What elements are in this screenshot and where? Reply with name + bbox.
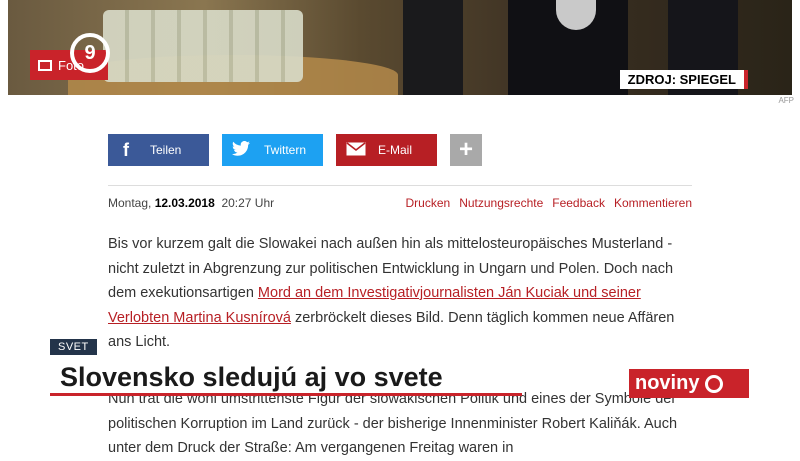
photo-credit: AFP [778, 96, 794, 105]
envelope-icon [346, 140, 366, 161]
interior-minister-link[interactable]: bisherige Innenminister Robert Kaliňák [388, 416, 637, 432]
share-bar: f Teilen Twittern E-Mail + [108, 134, 482, 166]
category-tag: SVET [50, 339, 97, 355]
brand-name: noviny [635, 372, 700, 394]
brand-ring-icon [705, 374, 724, 393]
photo-money-bundles [103, 10, 303, 82]
article-paragraph-1: Bis vor kurzem galt die Slowakei nach au… [108, 232, 698, 355]
article-meta: Montag, 12.03.2018 20:27 Uhr Drucken Nut… [108, 196, 692, 210]
publish-date: Montag, 12.03.2018 20:27 Uhr [108, 196, 274, 210]
noviny-logo: noviny [629, 369, 749, 398]
more-share-button[interactable]: + [450, 134, 482, 166]
facebook-share-button[interactable]: f Teilen [108, 134, 209, 166]
usage-rights-link[interactable]: Nutzungsrechte [459, 196, 543, 210]
article-photo: Foto 9 ZDROJ: SPIEGEL [8, 0, 792, 95]
print-link[interactable]: Drucken [406, 196, 451, 210]
email-share-label: E-Mail [378, 143, 413, 157]
twitter-bird-icon [232, 140, 250, 161]
weekday: Montag, [108, 196, 152, 210]
twitter-share-label: Twittern [264, 143, 307, 157]
feedback-link[interactable]: Feedback [552, 196, 605, 210]
date: 12.03.2018 [154, 196, 215, 210]
image-icon [38, 59, 52, 71]
channel-logo-icon: 9 [70, 33, 110, 73]
email-share-button[interactable]: E-Mail [336, 134, 437, 166]
facebook-share-label: Teilen [150, 143, 182, 157]
source-caption: ZDROJ: SPIEGEL [619, 70, 748, 89]
twitter-share-button[interactable]: Twittern [222, 134, 323, 166]
photo-figure [403, 0, 463, 95]
comment-link[interactable]: Kommentieren [614, 196, 692, 210]
time: 20:27 Uhr [221, 196, 275, 210]
article-paragraph-2: Nun trat die wohl umstrittenste Figur de… [108, 387, 698, 461]
facebook-icon: f [123, 139, 129, 160]
divider [108, 185, 692, 186]
article-actions: Drucken Nutzungsrechte Feedback Kommenti… [406, 196, 692, 210]
news-headline: Slovensko sledujú aj vo svete [50, 360, 522, 396]
